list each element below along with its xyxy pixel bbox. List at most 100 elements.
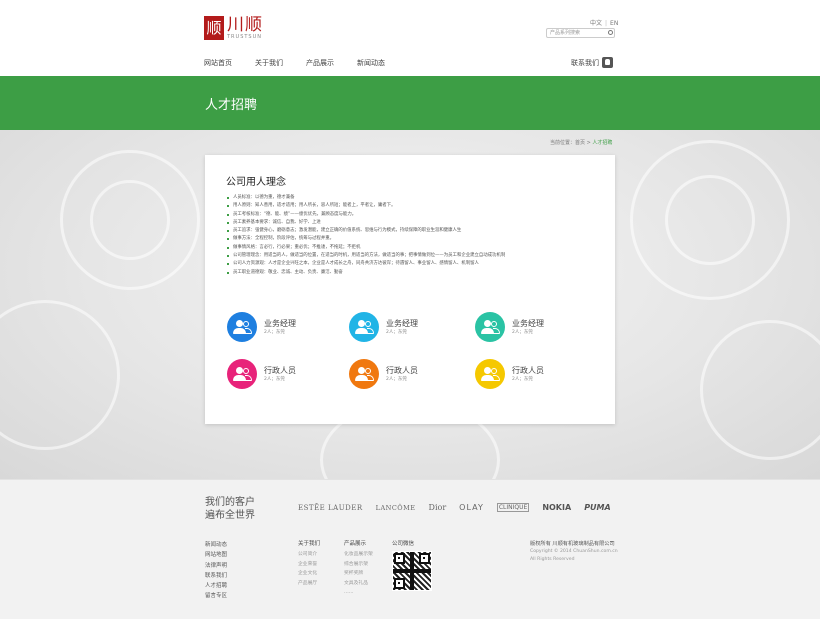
job-card[interactable]: 业务经理 2人；东莞 (227, 312, 296, 342)
footer-link[interactable]: 企业荣誉 (298, 560, 320, 570)
site-logo[interactable]: 顺 川顺 TRUSTSUN (204, 16, 263, 40)
job-detail: 2人；东莞 (264, 329, 285, 335)
job-detail: 2人；东莞 (512, 329, 533, 335)
users-icon (475, 359, 505, 389)
footer-link[interactable]: 人才招聘 (205, 581, 227, 591)
lang-chinese-link[interactable]: 中文 (590, 20, 602, 27)
job-card[interactable]: 行政人员 2人；东莞 (475, 359, 544, 389)
main-nav: 网站首页 关于我们 产品展示 新闻动态 (204, 58, 408, 68)
breadcrumb-current: 人才招聘 (592, 140, 613, 146)
footer-link[interactable]: 公司简介 (298, 550, 320, 560)
policy-item: 员工追求：强健身心，磨砺意志；激发潜能，建立正确的价值系统、思维与行为模式，持续… (227, 227, 505, 235)
footer-products-column: 产品展示 化妆品展示架 综合展示架 奖杯奖牌 文具及礼品 …… (344, 540, 373, 598)
policy-item: 公司管理理念：用适当的人，做适当的位置，在适当的时机，用适当的方法，做适当的事；… (227, 252, 505, 260)
footer-link[interactable]: 产品展厅 (298, 579, 320, 589)
policy-item: 公司人力资源观：人才是企业兴旺之本，企业是人才成长之舟，同舟共济方达彼岸；待遇留… (227, 260, 505, 268)
slogan-line: 遍布全世界 (205, 510, 255, 521)
footer-link[interactable]: 留言专区 (205, 591, 227, 601)
footer-wechat-column: 公司微信 (392, 540, 432, 591)
footer-link[interactable]: 文具及礼品 (344, 579, 373, 589)
policy-item: 用人原则：知人善用，适才适用；用人所长，容人所短；能者上，平者让，庸者下。 (227, 202, 505, 210)
job-detail: 2人；东莞 (264, 376, 285, 382)
job-info: 行政人员 2人；东莞 (512, 366, 544, 383)
lang-separator: | (605, 20, 608, 27)
footer-about-column: 关于我们 公司简介 企业荣誉 企业文化 产品展厅 (298, 540, 320, 588)
job-card[interactable]: 业务经理 2人；东莞 (475, 312, 544, 342)
job-info: 业务经理 2人；东莞 (386, 319, 418, 336)
users-icon (227, 312, 257, 342)
footer-column-heading: 产品展示 (344, 541, 367, 547)
language-switch: 中文 | EN (590, 18, 618, 27)
policy-item: 做事方法：全程控制，阶段评估，统筹与过程并重。 (227, 235, 505, 243)
logo-english: TRUSTSUN (227, 33, 262, 40)
contact-link[interactable]: 联系我们 (571, 57, 613, 68)
job-card[interactable]: 行政人员 2人；东莞 (349, 359, 418, 389)
site-footer: 我们的客户 遍布全世界 ESTĒE LAUDER LANCÔME Dior OL… (0, 479, 820, 619)
policy-item: 员工素养基本要求：诚信、自我、好学、上进 (227, 219, 505, 227)
contact-label: 联系我们 (571, 58, 599, 67)
footer-link[interactable]: 联系我们 (205, 571, 227, 581)
qr-finder (419, 553, 430, 564)
search-icon[interactable] (608, 30, 613, 35)
brand-logo-olay: OLAY (459, 503, 484, 512)
job-title: 行政人员 (512, 365, 544, 375)
qr-finder (394, 578, 405, 589)
nav-news[interactable]: 新闻动态 (357, 58, 385, 68)
job-info: 业务经理 2人；东莞 (264, 319, 296, 336)
brand-logo-lancome: LANCÔME (375, 503, 416, 512)
job-card[interactable]: 行政人员 2人；东莞 (227, 359, 296, 389)
policy-list: 人员标准：以德为重，德才兼备 用人原则：知人善用，适才适用；用人所长，容人所短；… (227, 194, 505, 277)
slogan-line: 我们的客户 (205, 497, 255, 508)
content-card: 公司用人理念 人员标准：以德为重，德才兼备 用人原则：知人善用，适才适用；用人所… (205, 155, 615, 424)
brand-logo-puma: PUMA (584, 503, 611, 512)
lang-english-link[interactable]: EN (610, 20, 618, 27)
footer-column-heading: 公司微信 (392, 541, 415, 547)
policy-item: 员工考核标准：“德、能、绩”——绩优优先，兼顾态度与能力。 (227, 211, 505, 219)
brand-logo-dior: Dior (428, 503, 447, 512)
background-floral-pattern (0, 300, 120, 450)
copyright-owner: 版权所有 川顺有机玻璃制品有限公司 (530, 541, 615, 547)
users-icon (349, 359, 379, 389)
footer-link[interactable]: 综合展示架 (344, 560, 373, 570)
background-floral-pattern (665, 175, 755, 265)
breadcrumb-home[interactable]: 首页 (575, 140, 585, 146)
section-heading: 公司用人理念 (226, 177, 286, 188)
logo-chinese: 川顺 (227, 14, 263, 35)
logo-text: 川顺 TRUSTSUN (227, 14, 263, 40)
nav-home[interactable]: 网站首页 (204, 58, 232, 68)
job-detail: 2人；东莞 (512, 376, 533, 382)
job-info: 行政人员 2人；东莞 (386, 366, 418, 383)
copyright-line: Copyright © 2014 ChuanShun.com.cn (530, 549, 618, 554)
footer-link[interactable]: 奖杯奖牌 (344, 569, 373, 579)
breadcrumb: 当前位置：首页 > 人才招聘 (550, 139, 612, 146)
footer-slogan: 我们的客户 遍布全世界 (205, 496, 255, 522)
nav-about[interactable]: 关于我们 (255, 58, 283, 68)
search-input[interactable]: 产品系列搜索 (546, 28, 615, 38)
brand-logo-clinique: CLINIQUE (496, 503, 530, 512)
job-card[interactable]: 业务经理 2人；东莞 (349, 312, 418, 342)
users-icon (475, 312, 505, 342)
footer-link[interactable]: …… (344, 588, 373, 598)
client-brands: ESTĒE LAUDER LANCÔME Dior OLAY CLINIQUE … (298, 503, 611, 512)
footer-link[interactable]: 企业文化 (298, 569, 320, 579)
footer-quick-links: 新闻动态 网站地图 法律声明 联系我们 人才招聘 留言专区 (205, 540, 227, 602)
job-title: 行政人员 (386, 365, 418, 375)
background-floral-pattern (700, 320, 820, 460)
policy-item: 员工职业道德观：敬业、忠诚、主动、负责、廉洁、勤奋 (227, 269, 505, 277)
wechat-qr-code (392, 551, 432, 591)
contact-person-icon (602, 57, 613, 68)
logo-mark: 顺 (204, 16, 224, 40)
users-icon (349, 312, 379, 342)
copyright-line: All Rights Reserved (530, 557, 575, 562)
footer-link[interactable]: 化妆品展示架 (344, 550, 373, 560)
footer-link[interactable]: 网站地图 (205, 550, 227, 560)
qr-finder (394, 553, 405, 564)
nav-products[interactable]: 产品展示 (306, 58, 334, 68)
job-title: 业务经理 (512, 318, 544, 328)
footer-link[interactable]: 法律声明 (205, 561, 227, 571)
footer-link[interactable]: 新闻动态 (205, 540, 227, 550)
page-banner: 人才招聘 (0, 76, 820, 130)
job-info: 行政人员 2人；东莞 (264, 366, 296, 383)
page-title: 人才招聘 (205, 98, 258, 113)
copyright: 版权所有 川顺有机玻璃制品有限公司 Copyright © 2014 Chuan… (530, 540, 618, 564)
